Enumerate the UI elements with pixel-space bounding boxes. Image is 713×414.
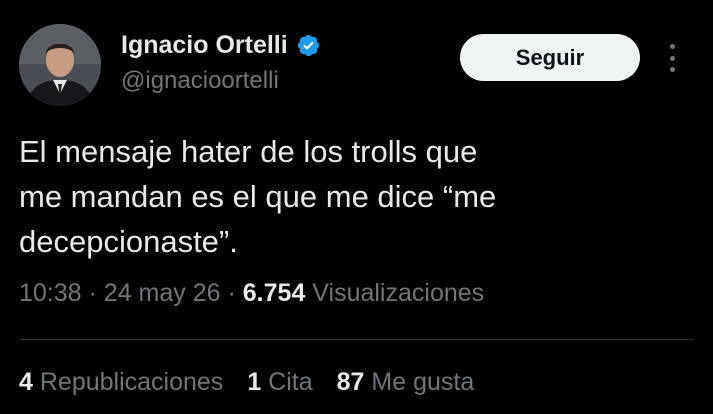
reposts-stat[interactable]: 4 Republicaciones (19, 368, 223, 397)
profile-photo (19, 24, 101, 106)
avatar[interactable] (19, 24, 101, 106)
reposts-count: 4 (19, 368, 33, 396)
engagement-stats: 4 Republicaciones 1 Cita 87 Me gusta (19, 368, 474, 397)
tweet-time[interactable]: 10:38 (19, 279, 82, 307)
quotes-label: Cita (268, 368, 313, 396)
meta-separator: · (227, 279, 236, 307)
more-dot (669, 55, 675, 61)
more-dot (669, 67, 675, 72)
author-handle[interactable]: @ignacioortelli (121, 67, 279, 95)
tweet-date[interactable]: 24 may 26 (104, 279, 221, 307)
tweet-meta: 10:38 · 24 may 26 · 6.754 Visualizacione… (19, 279, 484, 308)
tweet-text-line: decepcionaste”. (19, 224, 238, 259)
likes-stat[interactable]: 87 Me gusta (337, 368, 475, 397)
verified-badge-icon[interactable] (296, 33, 321, 58)
author-name-row: Ignacio Ortelli (121, 27, 321, 63)
likes-count: 87 (336, 368, 365, 396)
tweet-text-line: me mandan es el que me dice “me (19, 179, 497, 214)
tweet-text-line: El mensaje hater de los trolls que (19, 134, 478, 169)
more-vertical-icon[interactable] (664, 41, 680, 75)
quotes-stat[interactable]: 1 Cita (247, 368, 312, 397)
reposts-label: Republicaciones (39, 368, 224, 396)
follow-button[interactable]: Seguir (460, 34, 640, 81)
more-dot (669, 44, 675, 49)
meta-separator: · (88, 279, 97, 307)
quotes-count: 1 (247, 368, 262, 396)
author-name[interactable]: Ignacio Ortelli (121, 31, 288, 60)
views-label: Visualizaciones (312, 279, 485, 307)
divider (19, 339, 694, 340)
views-count: 6.754 (242, 279, 306, 307)
tweet-text: El mensaje hater de los trolls que me ma… (19, 129, 659, 264)
likes-label: Me gusta (371, 368, 475, 396)
